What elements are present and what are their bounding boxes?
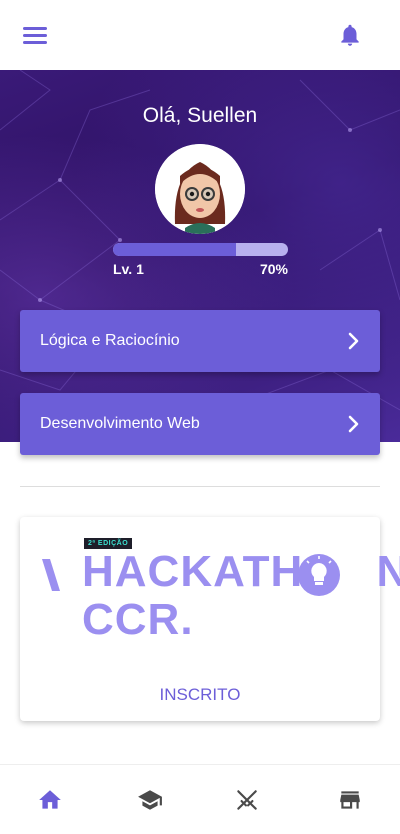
course-label: Lógica e Raciocínio [40, 332, 180, 349]
section-divider [20, 486, 380, 487]
level-progress-bar [113, 243, 288, 256]
course-label: Desenvolvimento Web [40, 415, 200, 432]
greeting-text: Olá, Suellen [142, 104, 258, 127]
home-icon [39, 790, 61, 809]
course-button-logica[interactable]: Lógica e Raciocínio [20, 310, 380, 372]
menu-bar [23, 41, 47, 44]
event-logo-line2: CCR. [82, 595, 194, 644]
graduation-cap-icon [138, 790, 162, 810]
lightbulb-icon [298, 554, 340, 596]
progress-percent: 70% [259, 261, 288, 277]
event-status-button[interactable]: INSCRITO [20, 685, 380, 705]
menu-bar [23, 27, 47, 30]
level-label: Lv. 1 [113, 261, 144, 277]
event-logo-line1: HACKATHO N [82, 547, 400, 597]
nav-store[interactable] [300, 765, 400, 834]
nav-challenges[interactable] [197, 765, 297, 834]
avatar[interactable] [155, 144, 245, 234]
menu-bar [23, 34, 47, 37]
top-app-bar [0, 0, 400, 70]
nav-home[interactable] [0, 765, 100, 834]
menu-icon[interactable] [23, 25, 47, 45]
nav-courses[interactable] [100, 765, 200, 834]
chevron-right-icon [348, 332, 359, 350]
crossed-swords-icon [237, 790, 257, 810]
course-button-web[interactable]: Desenvolvimento Web [20, 393, 380, 455]
chevron-right-icon [348, 415, 359, 433]
bell-icon[interactable] [337, 22, 363, 48]
store-icon [340, 791, 360, 809]
level-progress-fill [113, 243, 236, 256]
hackathon-card[interactable]: 2ª EDIÇÃO HACKATHO N CCR. INSCRITO [20, 517, 400, 721]
event-logo-text-end: N [376, 547, 400, 596]
logo-slash-mark [42, 559, 60, 591]
bottom-navigation [0, 764, 400, 834]
avatar-illustration [155, 144, 245, 234]
